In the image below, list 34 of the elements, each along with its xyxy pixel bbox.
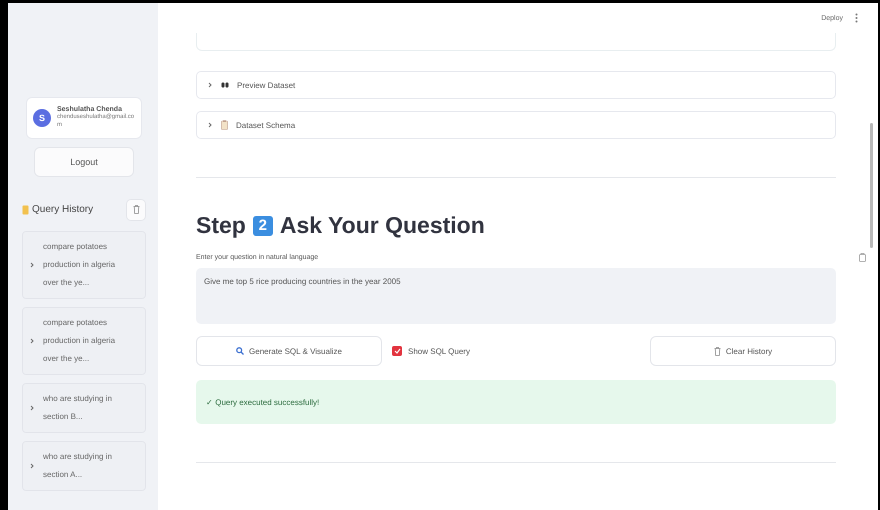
clipboard-icon [221, 120, 228, 130]
checkbox[interactable] [392, 346, 402, 356]
trash-icon [714, 346, 721, 356]
show-sql-checkbox[interactable]: Show SQL Query [392, 346, 470, 356]
trash-icon [132, 205, 140, 214]
chevron-right-icon [29, 462, 35, 469]
menu-button[interactable] [855, 13, 858, 23]
chevron-right-icon [29, 262, 35, 268]
chevron-right-icon [207, 122, 213, 128]
clear-history-button[interactable]: Clear History [650, 336, 836, 366]
history-item[interactable]: who are studying in section B... [22, 382, 146, 433]
generate-button[interactable]: Generate SQL & Visualize [196, 336, 382, 366]
history-item[interactable]: compare potatoes production in algeria over the ye... [22, 306, 146, 375]
expander[interactable]: Dataset Schema [196, 111, 836, 139]
scrollbar-thumb[interactable] [870, 123, 873, 248]
chevron-right-icon [207, 82, 213, 88]
chevron-right-icon [29, 338, 35, 344]
copy-icon [859, 253, 866, 262]
history-item[interactable]: who are studying in section A... [22, 440, 146, 491]
success-message: ✓ Query executed successfully! [196, 380, 836, 424]
section-title: Query History [32, 204, 94, 216]
step-number: 2 [252, 216, 273, 236]
history-item[interactable]: compare potatoes production in algeria over the ye... [22, 230, 146, 299]
question-field[interactable]: Give me top 5 rice producing countries in the year 2005 [196, 268, 836, 324]
expander[interactable]: Preview Dataset [196, 71, 836, 99]
search-icon [236, 347, 244, 355]
chevron-right-icon [29, 404, 35, 411]
step-heading: Step [196, 212, 246, 239]
step-heading: Ask Your Question [280, 212, 485, 239]
kebab-menu-icon [855, 13, 858, 23]
avatar: S [33, 108, 51, 127]
clear-button[interactable] [126, 198, 146, 221]
logout-button[interactable]: Logout [34, 146, 134, 177]
eyes-icon [221, 82, 229, 88]
